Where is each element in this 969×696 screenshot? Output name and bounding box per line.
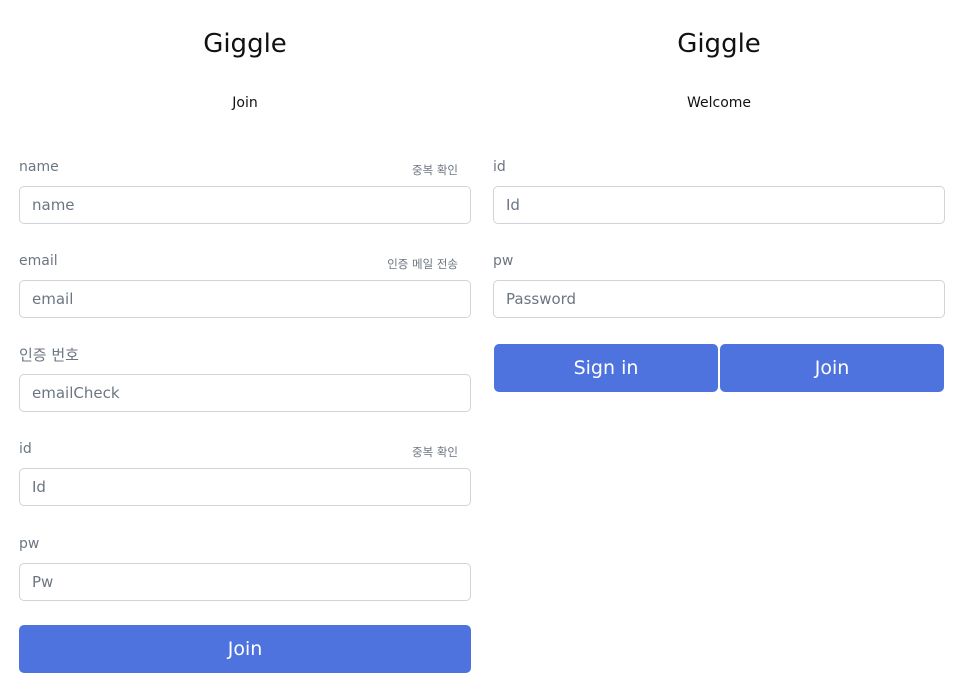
verification-code-label: 인증 번호 xyxy=(19,346,79,364)
login-subtitle: Welcome xyxy=(686,95,752,111)
join-pw-label: pw xyxy=(19,536,40,552)
login-password-input[interactable] xyxy=(493,280,945,318)
join-subtitle: Join xyxy=(232,95,258,111)
id-duplicate-check-button[interactable]: 중복 확인 xyxy=(412,445,458,459)
email-input[interactable] xyxy=(19,280,471,318)
join-pw-input[interactable] xyxy=(19,563,471,601)
verification-code-input[interactable] xyxy=(19,374,471,412)
name-duplicate-check-button[interactable]: 중복 확인 xyxy=(412,163,458,177)
join-id-label: id xyxy=(19,441,32,457)
join-id-input[interactable] xyxy=(19,468,471,506)
join-title: Giggle xyxy=(203,29,287,59)
send-verification-email-button[interactable]: 인증 메일 전송 xyxy=(387,257,458,271)
join-button[interactable]: Join xyxy=(720,344,944,392)
sign-in-button[interactable]: Sign in xyxy=(494,344,718,392)
name-label: name xyxy=(19,159,59,175)
login-pw-label: pw xyxy=(493,253,514,269)
login-id-input[interactable] xyxy=(493,186,945,224)
join-submit-button[interactable]: Join xyxy=(19,625,471,673)
email-label: email xyxy=(19,253,58,269)
name-input[interactable] xyxy=(19,186,471,224)
login-id-label: id xyxy=(493,159,506,175)
login-title: Giggle xyxy=(677,29,761,59)
